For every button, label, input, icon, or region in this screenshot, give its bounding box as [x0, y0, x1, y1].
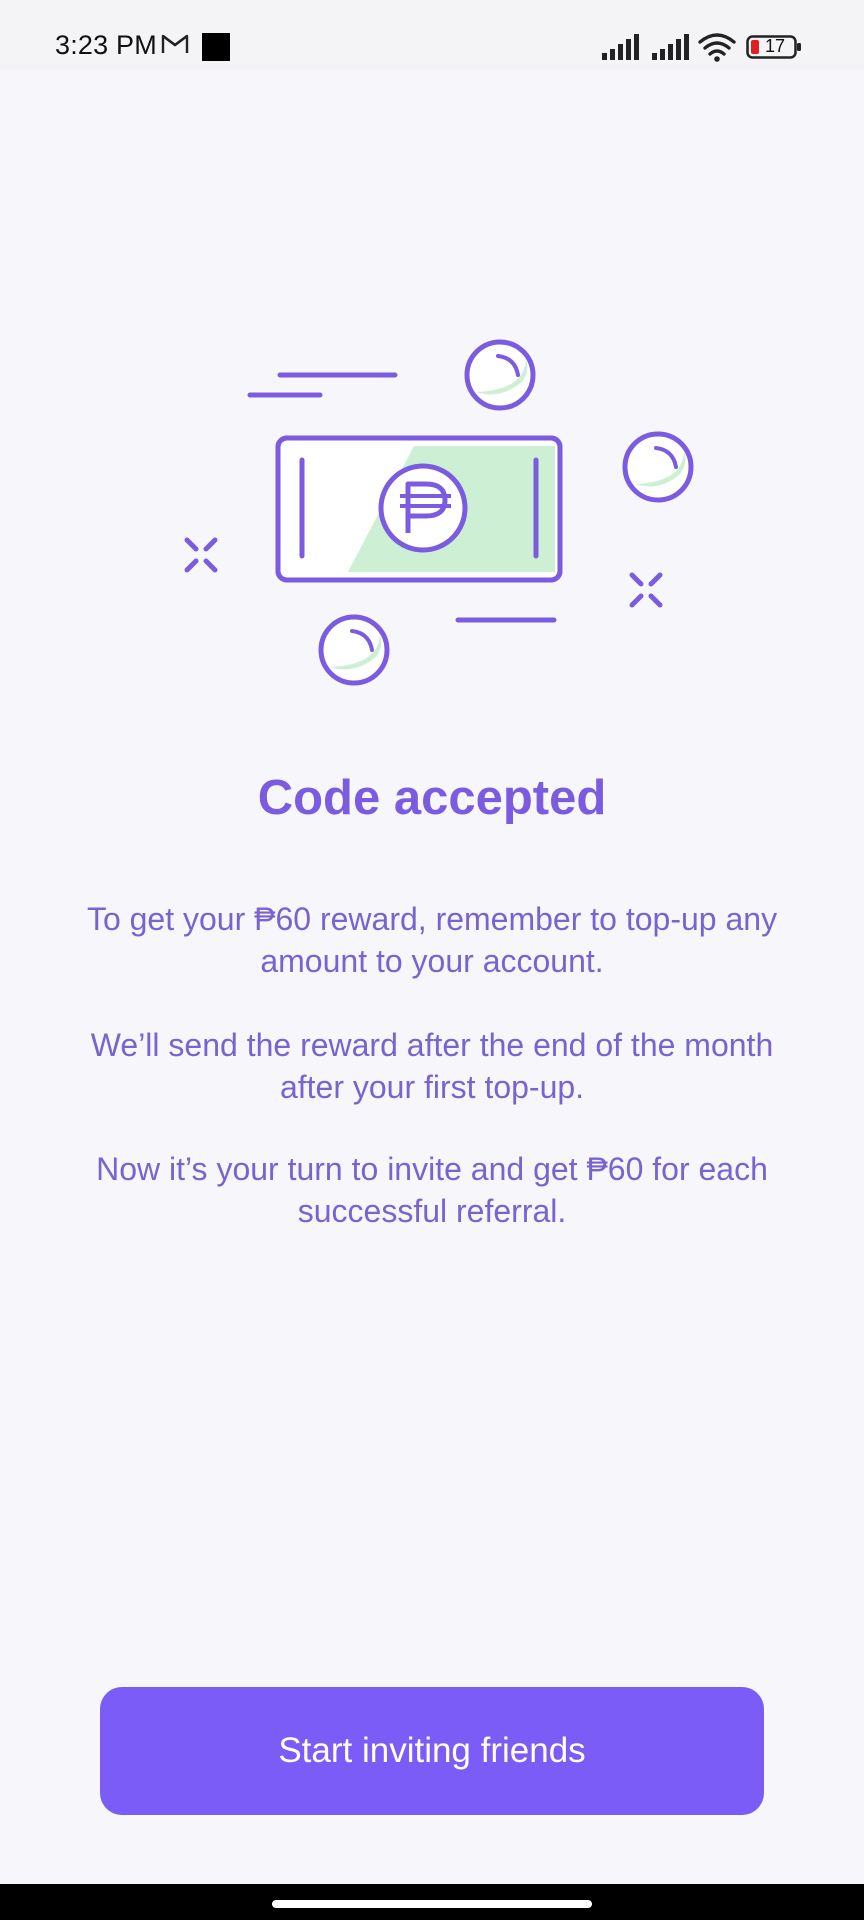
battery-level: 17 — [764, 36, 786, 56]
gmail-icon — [161, 34, 189, 53]
status-bar: 3:23 PM 17 — [0, 0, 864, 70]
banknote-icon — [275, 435, 563, 583]
coin-icon — [464, 339, 536, 411]
signal-icon — [602, 34, 639, 60]
reward-instructions-text: To get your ₱60 reward, remember to top-… — [86, 901, 778, 979]
start-inviting-friends-button[interactable]: Start inviting friends — [100, 1687, 764, 1815]
home-indicator[interactable] — [272, 1900, 592, 1908]
page-title: Code accepted — [257, 771, 607, 825]
wifi-icon — [698, 33, 736, 62]
coin-icon — [318, 614, 390, 686]
coin-icon — [622, 431, 694, 503]
reward-timing-text: We’ll send the reward after the end of t… — [90, 1027, 774, 1105]
sparkle-icon — [629, 572, 663, 608]
money-reward-illustration — [184, 339, 694, 686]
sparkle-icon — [184, 537, 218, 573]
referral-invite-text: Now it’s your turn to invite and get ₱60… — [96, 1151, 768, 1229]
status-time: 3:23 PM — [55, 30, 157, 60]
notification-square-icon — [202, 33, 230, 61]
signal-icon — [652, 34, 689, 60]
